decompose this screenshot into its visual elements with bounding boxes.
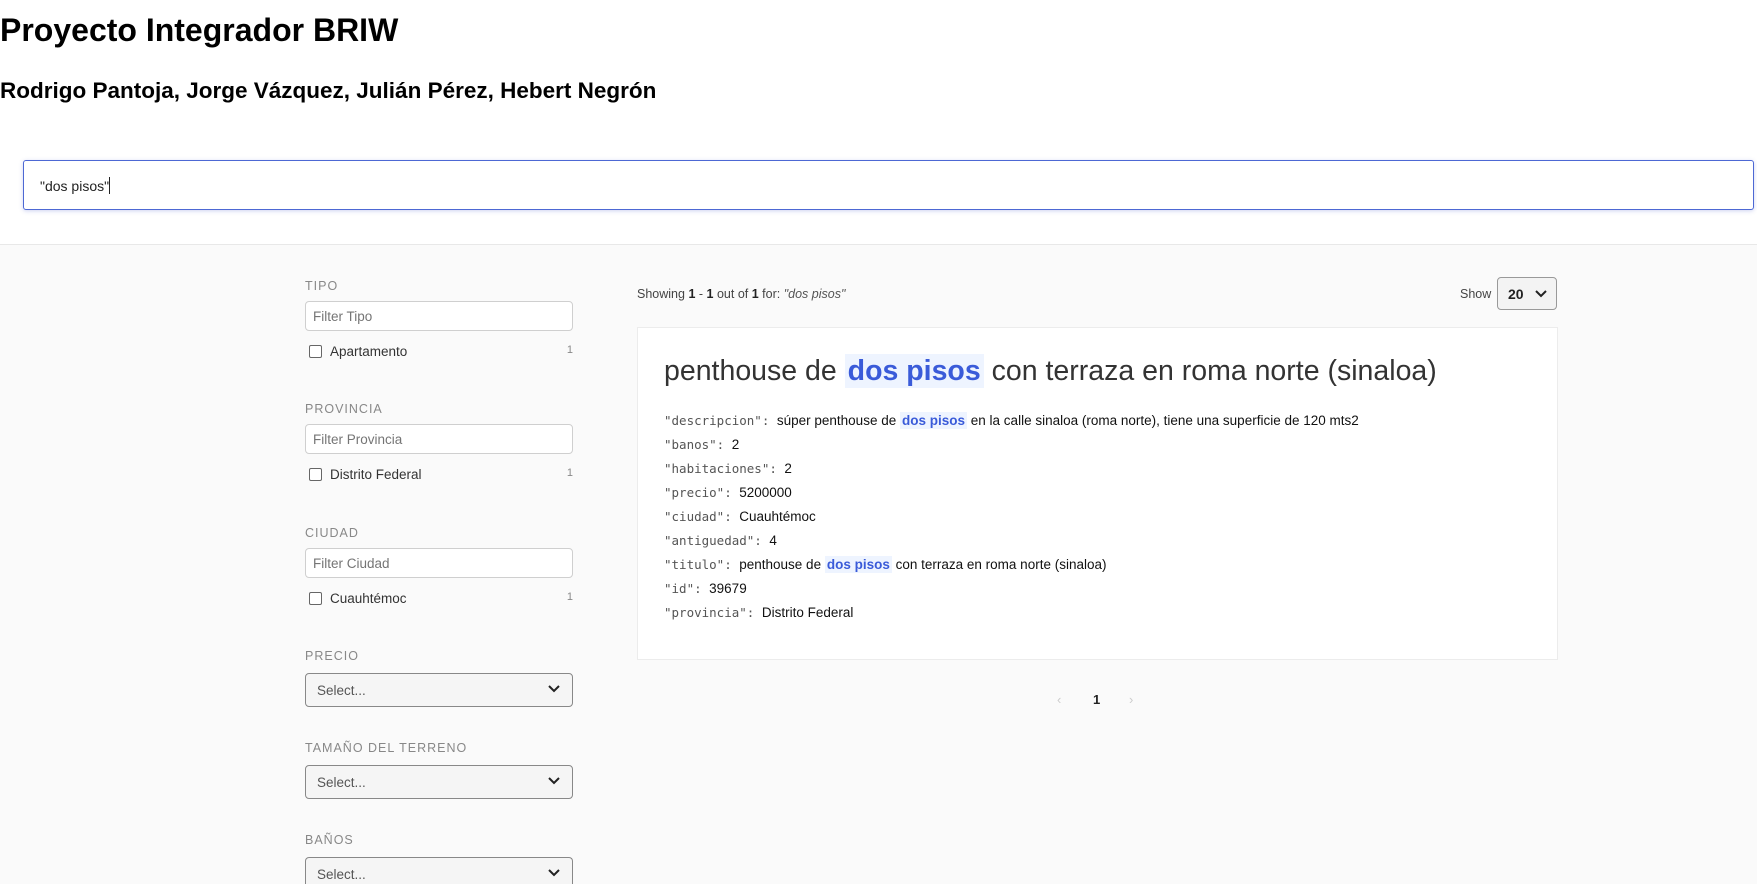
field-ciudad: "ciudad": Cuauhtémoc (664, 509, 816, 524)
facet-option-label: Distrito Federal (330, 467, 422, 482)
precio-select[interactable]: Select... (305, 673, 573, 707)
field-titulo: "titulo": penthouse de dos pisos con ter… (664, 556, 1107, 573)
chevron-down-icon (548, 869, 560, 877)
field-antiguedad: "antiguedad": 4 (664, 533, 777, 548)
page-size-select[interactable]: 20 (1497, 277, 1557, 310)
checkbox[interactable] (309, 345, 322, 358)
facet-option-cuauhtemoc[interactable]: Cuauhtémoc 1 (309, 590, 573, 608)
facet-option-label: Cuauhtémoc (330, 591, 407, 606)
chevron-down-icon (1535, 290, 1547, 298)
select-value: Select... (317, 683, 366, 698)
page-size-label: Show (1460, 287, 1492, 301)
filter-tipo-input[interactable] (305, 301, 573, 331)
field-precio: "precio": 5200000 (664, 485, 792, 500)
checkbox[interactable] (309, 468, 322, 481)
field-id: "id": 39679 (664, 581, 747, 596)
facet-label-ciudad: CIUDAD (305, 526, 359, 540)
facet-option-apartamento[interactable]: Apartamento 1 (309, 343, 573, 361)
facet-label-banos: BAÑOS (305, 833, 354, 847)
facet-label-terreno: TAMAÑO DEL TERRENO (305, 741, 468, 755)
text-caret (109, 177, 111, 194)
search-input-value: "dos pisos" (40, 177, 111, 194)
header-area: Proyecto Integrador BRIW Rodrigo Pantoja… (0, 0, 1757, 245)
facet-option-count: 1 (566, 591, 573, 603)
select-value: Select... (317, 775, 366, 790)
pagination-prev-button[interactable]: ‹ (1057, 692, 1061, 707)
pagination-next-button[interactable]: › (1129, 692, 1133, 707)
facet-label-precio: PRECIO (305, 649, 359, 663)
banos-select[interactable]: Select... (305, 857, 573, 884)
facet-option-count: 1 (566, 344, 573, 356)
results-summary: Showing 1 - 1 out of 1 for: "dos pisos" (637, 287, 846, 301)
chevron-down-icon (548, 685, 560, 693)
facet-option-count: 1 (566, 467, 573, 479)
terreno-select[interactable]: Select... (305, 765, 573, 799)
page-size-value: 20 (1508, 286, 1524, 302)
page-subtitle-authors: Rodrigo Pantoja, Jorge Vázquez, Julián P… (0, 78, 657, 103)
facet-option-label: Apartamento (330, 344, 408, 359)
facet-label-provincia: PROVINCIA (305, 402, 383, 416)
search-input[interactable]: "dos pisos" (23, 160, 1754, 210)
select-value: Select... (317, 867, 366, 882)
pagination-page-1[interactable]: 1 (1093, 692, 1100, 707)
filter-ciudad-input[interactable] (305, 548, 573, 578)
result-title[interactable]: penthouse de dos pisos con terraza en ro… (664, 354, 1437, 388)
facet-label-tipo: TIPO (305, 279, 339, 293)
filter-provincia-input[interactable] (305, 424, 573, 454)
page-title: Proyecto Integrador BRIW (0, 12, 399, 48)
checkbox[interactable] (309, 592, 322, 605)
field-provincia: "provincia": Distrito Federal (664, 605, 854, 620)
facet-option-distrito-federal[interactable]: Distrito Federal 1 (309, 466, 573, 484)
result-card: penthouse de dos pisos con terraza en ro… (637, 327, 1558, 660)
chevron-down-icon (548, 777, 560, 785)
field-banos: "banos": 2 (664, 437, 740, 452)
field-descripcion: "descripcion": súper penthouse de dos pi… (664, 412, 1359, 429)
field-habitaciones: "habitaciones": 2 (664, 461, 792, 476)
